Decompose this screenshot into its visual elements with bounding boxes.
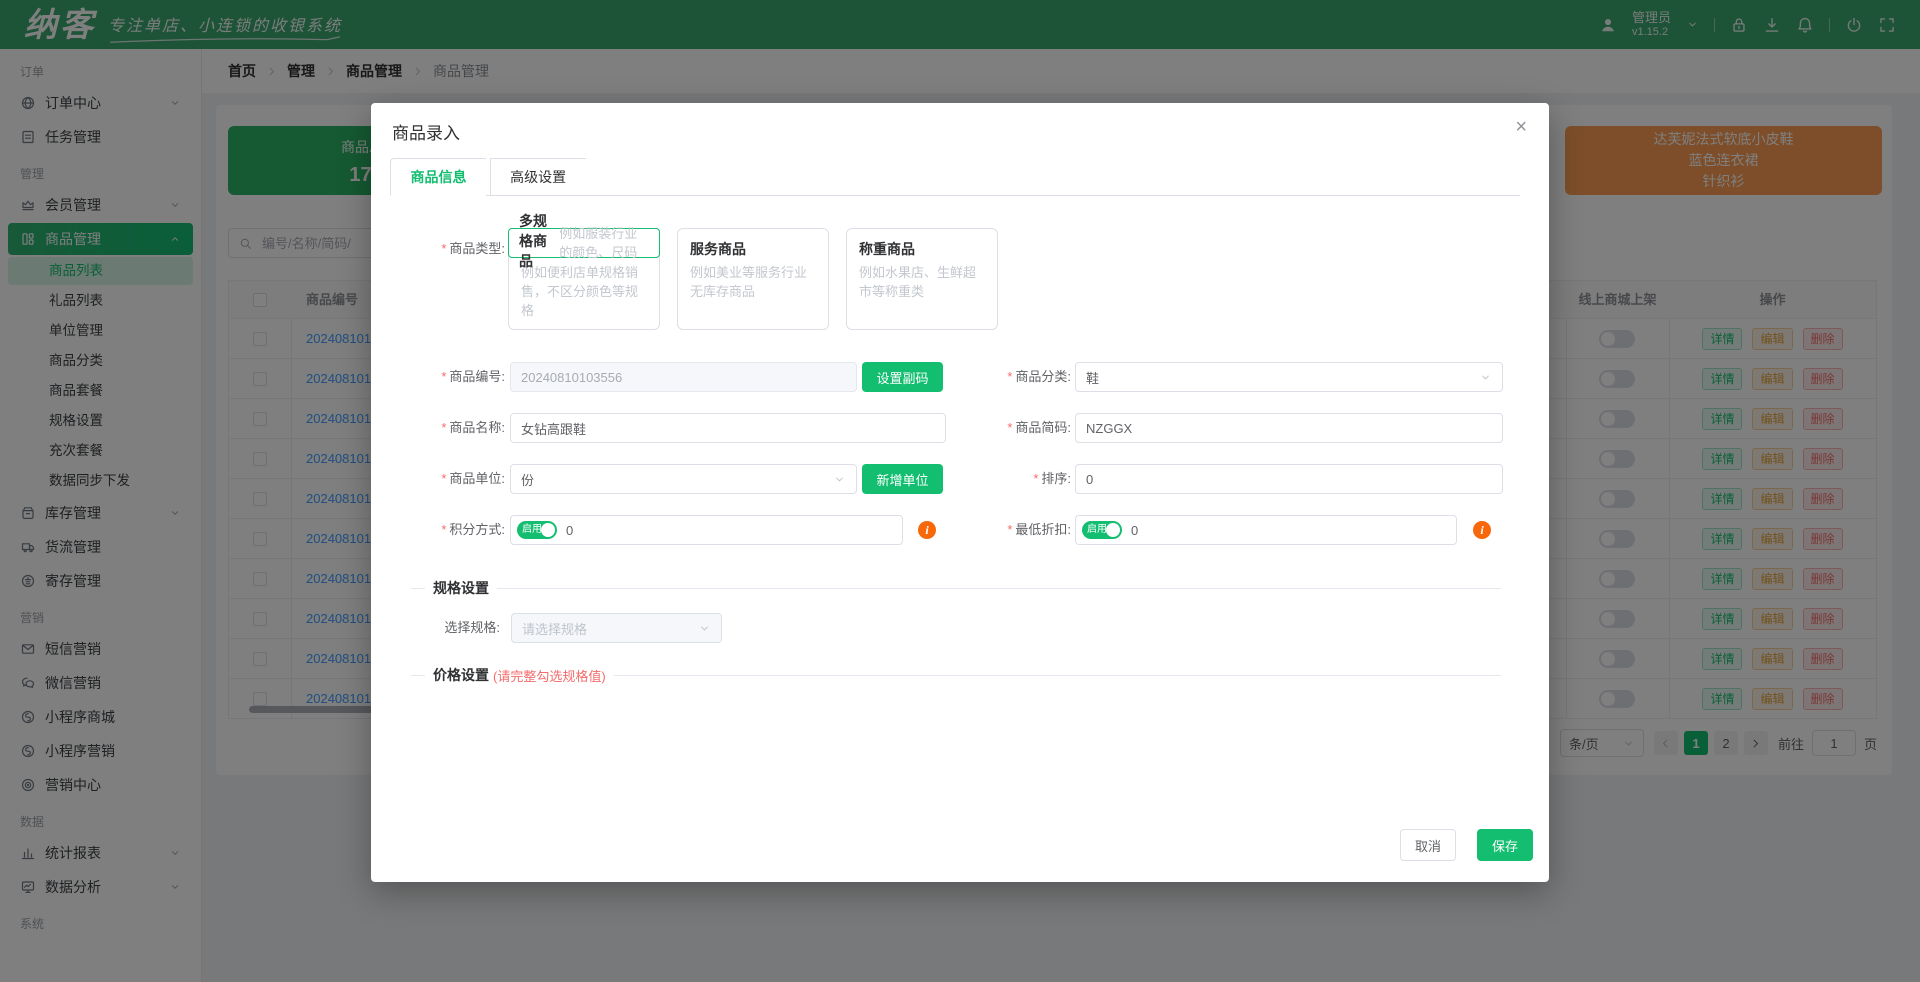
spec-placeholder: 请选择规格 [522,619,587,638]
product-type-title: 多规格商品 [519,211,559,271]
sort-input[interactable] [1075,464,1503,494]
cancel-button[interactable]: 取消 [1400,829,1456,861]
chevron-down-icon [833,473,846,486]
field-label-unit: *商品单位: [371,464,505,494]
unit-select[interactable]: 份 [510,464,857,494]
chevron-down-icon [1479,371,1492,384]
points-value[interactable]: 0 [566,523,573,538]
dialog-tabs: 商品信息 高级设置 [390,158,1520,196]
product-type-card[interactable]: 称重商品例如水果店、生鲜超市等称重类 [846,228,998,330]
product-type-card[interactable]: 服务商品例如美业等服务行业无库存商品 [677,228,829,330]
discount-toggle[interactable]: 启用 [1082,521,1122,539]
field-label-sort: *排序: [937,464,1071,494]
product-shortcode-input[interactable] [1075,413,1503,443]
add-unit-button[interactable]: 新增单位 [862,464,943,494]
tab-product-info[interactable]: 商品信息 [390,158,486,196]
field-label-points: *积分方式: [371,515,505,545]
field-label-spec: 选择规格: [371,613,500,643]
price-section-divider: 价格设置 (请完整勾选规格值) [411,665,1501,685]
category-select[interactable]: 鞋 [1075,362,1503,392]
product-type-desc: 例如便利店单规格销售，不区分颜色等规格 [521,263,647,320]
product-type-cards: 普通商品例如便利店单规格销售，不区分颜色等规格服务商品例如美业等服务行业无库存商… [508,228,998,330]
field-label-shortcode: *商品简码: [937,413,1071,443]
product-code-input: 20240810103556 [510,362,857,392]
set-subcode-button[interactable]: 设置副码 [862,362,943,392]
discount-field: 启用 0 [1075,515,1457,545]
points-field: 启用 0 [510,515,903,545]
product-type-desc: 例如水果店、生鲜超市等称重类 [859,263,985,301]
product-type-title: 服务商品 [690,239,816,259]
price-section-warning: (请完整勾选规格值) [493,666,606,685]
spec-select[interactable]: 请选择规格 [511,613,722,643]
field-label-code: *商品编号: [371,362,505,392]
unit-value: 份 [521,470,534,489]
spec-section-title: 规格设置 [433,578,489,598]
tab-advanced-settings[interactable]: 高级设置 [490,158,586,196]
category-value: 鞋 [1086,368,1099,387]
field-label-discount: *最低折扣: [937,515,1071,545]
field-label-product-type: *商品类型: [371,234,505,264]
price-section-title: 价格设置 [433,665,489,685]
dialog-title: 商品录入 [392,119,460,144]
close-icon[interactable]: × [1515,117,1527,137]
product-type-desc: 例如美业等服务行业无库存商品 [690,263,816,301]
product-name-input[interactable] [510,413,946,443]
save-button[interactable]: 保存 [1477,829,1533,861]
discount-info-icon[interactable]: i [1473,521,1491,539]
product-type-title: 称重商品 [859,239,985,259]
discount-value[interactable]: 0 [1131,523,1138,538]
points-toggle[interactable]: 启用 [517,521,557,539]
spec-section-divider: 规格设置 [411,578,1501,598]
field-label-name: *商品名称: [371,413,505,443]
product-type-desc: 例如服装行业的颜色、尺码 [559,224,649,262]
chevron-down-icon [698,622,711,635]
product-type-card[interactable]: 多规格商品例如服装行业的颜色、尺码 [508,228,660,258]
required-asterisk: * [441,241,446,256]
product-entry-dialog: 商品录入 × 商品信息 高级设置 *商品类型: 普通商品例如便利店单规格销售，不… [371,103,1549,882]
field-label-category: *商品分类: [937,362,1071,392]
points-info-icon[interactable]: i [918,521,936,539]
